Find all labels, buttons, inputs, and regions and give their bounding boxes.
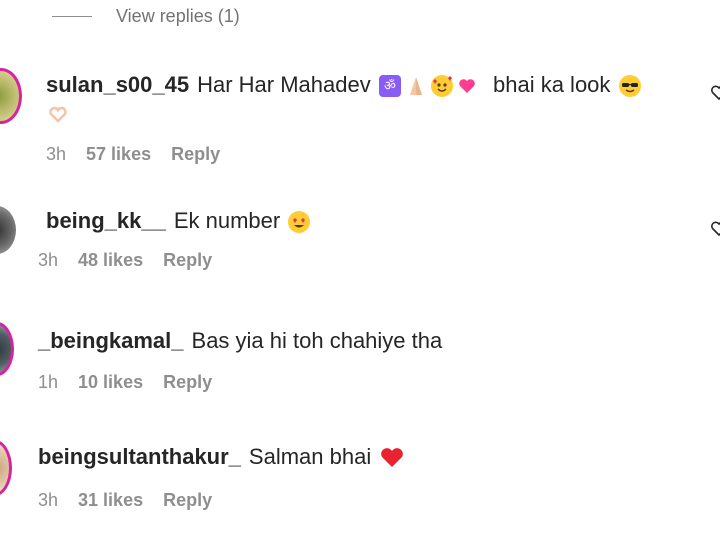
comment-likes[interactable]: 48 likes xyxy=(78,250,143,271)
avatar[interactable] xyxy=(0,206,16,254)
pink-heart-emoji xyxy=(459,79,475,94)
comment-body: Har Har Mahadev xyxy=(197,72,371,97)
view-replies-label[interactable]: View replies (1) xyxy=(116,6,240,27)
heart-hands-emoji xyxy=(49,106,67,123)
comment-time: 3h xyxy=(46,144,67,164)
sunglasses-face-emoji xyxy=(618,75,641,98)
avatar[interactable] xyxy=(0,68,22,124)
comment-username[interactable]: sulan_s00_45 xyxy=(46,72,189,97)
replies-divider-line xyxy=(52,16,92,17)
comment-text: being_kk__ Ek number xyxy=(46,206,312,236)
comment-username[interactable]: _beingkamal_ xyxy=(38,328,184,353)
comment-text: _beingkamal_ Bas yia hi toh chahiye tha xyxy=(38,326,442,356)
reply-button[interactable]: Reply xyxy=(163,250,212,271)
comment-likes[interactable]: 10 likes xyxy=(78,372,143,393)
comment-meta: 3h 48 likes Reply xyxy=(38,250,212,271)
comment-time: 1h xyxy=(38,372,59,392)
comment-likes[interactable]: 57 likes xyxy=(86,144,151,165)
comment-username[interactable]: being_kk__ xyxy=(46,208,166,233)
smiling-face-with-hearts-emoji xyxy=(430,75,453,98)
view-replies-button[interactable]: View replies (1) xyxy=(52,6,240,27)
reply-button[interactable]: Reply xyxy=(163,372,212,393)
like-heart-icon[interactable] xyxy=(710,84,720,102)
comment-body: Salman bhai xyxy=(248,444,372,469)
comment-meta: 3h 31 likes Reply xyxy=(38,490,212,511)
avatar[interactable] xyxy=(0,440,12,496)
reply-button[interactable]: Reply xyxy=(171,144,220,165)
comment-time: 3h xyxy=(38,250,59,270)
comment-likes[interactable]: 31 likes xyxy=(78,490,143,511)
comment-text: sulan_s00_45 Har Har Mahadev ॐ bhai ka lo… xyxy=(46,70,643,100)
red-heart-emoji xyxy=(381,448,404,468)
avatar[interactable] xyxy=(0,322,14,376)
heart-eyes-emoji xyxy=(288,211,311,234)
comment-time: 3h xyxy=(38,490,59,510)
comment-meta: 3h 57 likes Reply xyxy=(46,144,220,165)
comment-username[interactable]: beingsultanthakur_ xyxy=(38,444,241,469)
comment-body-continued: bhai ka look xyxy=(493,72,611,97)
folded-hands-emoji xyxy=(409,77,422,96)
om-emoji: ॐ xyxy=(378,75,401,98)
comment-body: Bas yia hi toh chahiye tha xyxy=(191,328,443,353)
comment-text: beingsultanthakur_ Salman bhai xyxy=(38,442,407,472)
comment-body: Ek number xyxy=(173,208,281,233)
like-heart-icon[interactable] xyxy=(710,220,720,238)
comment-meta: 1h 10 likes Reply xyxy=(38,372,212,393)
reply-button[interactable]: Reply xyxy=(163,490,212,511)
